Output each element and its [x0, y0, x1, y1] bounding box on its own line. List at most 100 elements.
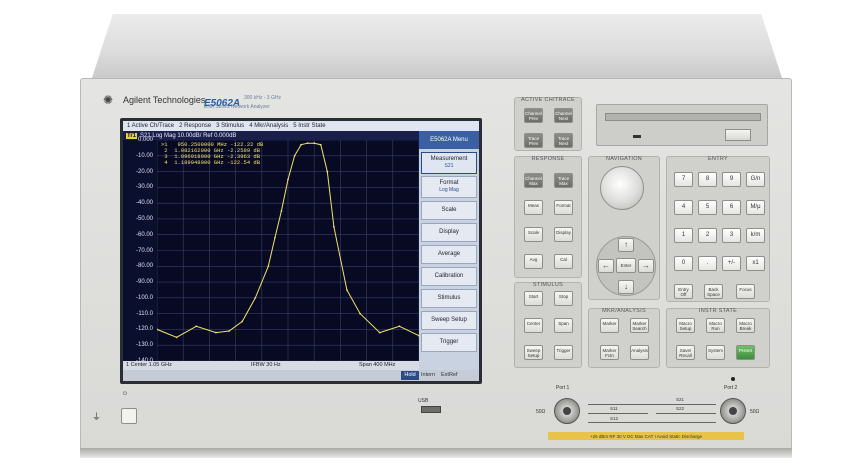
- model-desc: ENA Series Network Analyzer: [204, 104, 270, 110]
- trace-next-key[interactable]: Trace Next: [554, 133, 573, 148]
- entry-key[interactable]: 8: [698, 172, 717, 187]
- y-tick-label: -10.00: [135, 152, 153, 159]
- entry-key[interactable]: x1: [746, 256, 765, 271]
- softkey-stimulus[interactable]: Stimulus: [421, 289, 477, 308]
- arrow-down-icon[interactable]: ↓: [618, 280, 634, 294]
- system-key[interactable]: System: [706, 345, 725, 360]
- rotary-knob[interactable]: [600, 166, 644, 210]
- y-tick-label: -120.0: [135, 326, 153, 333]
- arrow-right-icon[interactable]: →: [638, 259, 654, 273]
- trace-point: [254, 296, 257, 299]
- entry-key[interactable]: 1: [674, 228, 693, 243]
- marker-search-key[interactable]: Marker Search: [630, 318, 649, 333]
- s22-path: [656, 413, 716, 414]
- entry-key[interactable]: 6: [722, 200, 741, 215]
- channel-next-key[interactable]: Channel Next: [554, 108, 573, 123]
- arrow-up-icon[interactable]: ↑: [618, 238, 634, 252]
- floppy-led: [633, 135, 641, 138]
- macro-break-key[interactable]: Macro Break: [736, 318, 755, 333]
- s22-label: S22: [676, 406, 685, 411]
- scale-key[interactable]: Scale: [524, 227, 543, 242]
- entry-off-key[interactable]: Entry Off: [674, 284, 693, 299]
- trace-prev-key[interactable]: Trace Prev: [524, 133, 543, 148]
- marker-readout: 4 1.189948000 GHz -122.54 dB: [161, 159, 261, 166]
- softkey-measurement[interactable]: Measurement S21: [421, 152, 477, 174]
- tab-response[interactable]: 2 Response: [179, 123, 211, 129]
- marker-readouts: >1 950.2500000 MHz -122.22 dB 2 1.082162…: [161, 142, 263, 166]
- trace-point: [326, 170, 329, 173]
- entry-key[interactable]: 4: [674, 200, 693, 215]
- entry-key[interactable]: 3: [722, 228, 741, 243]
- span-key[interactable]: Span: [554, 318, 573, 333]
- trace-point: [306, 142, 309, 145]
- softkey-format[interactable]: Format Log Mag: [421, 176, 477, 198]
- entry-key[interactable]: G/n: [746, 172, 765, 187]
- entry-key[interactable]: .: [698, 256, 717, 271]
- port2-connector[interactable]: [720, 398, 746, 424]
- mkr-analysis-group: MKR/ANALYSIS: [588, 308, 660, 368]
- focus-key[interactable]: Focus: [736, 284, 755, 299]
- y-tick-label: -110.0: [136, 310, 153, 317]
- back-space-key[interactable]: Back Space: [704, 284, 723, 299]
- analysis-key[interactable]: Analysis: [630, 345, 649, 360]
- y-tick-label: -70.00: [135, 247, 153, 254]
- s21-label: S21: [676, 397, 685, 402]
- power-button[interactable]: [121, 408, 137, 424]
- hold-indicator: Hold: [401, 371, 419, 380]
- marker-fctn-key[interactable]: Marker Fctn: [600, 345, 619, 360]
- display-key[interactable]: Display: [554, 227, 573, 242]
- softkey-display[interactable]: Display: [421, 223, 477, 242]
- trace-max-key[interactable]: Trace Max: [554, 173, 573, 188]
- usb-port[interactable]: [421, 406, 441, 413]
- trace-point: [359, 312, 361, 315]
- softkey-calibration[interactable]: Calibration: [421, 267, 477, 286]
- y-tick-label: -100.0: [135, 294, 153, 301]
- preset-key[interactable]: Preset: [736, 345, 755, 360]
- entry-key[interactable]: 2: [698, 228, 717, 243]
- macro-setup-key[interactable]: Macro Setup: [676, 318, 695, 333]
- entry-key[interactable]: 7: [674, 172, 693, 187]
- s11-path: [588, 413, 648, 414]
- channel-prev-key[interactable]: Channel Prev: [524, 108, 543, 123]
- warning-strip: +26 dBm RF 30 V DC Max CAT I Avoid Stati…: [548, 432, 744, 440]
- arrow-left-icon[interactable]: ←: [598, 259, 614, 273]
- entry-key[interactable]: 0: [674, 256, 693, 271]
- marker-key[interactable]: Marker: [600, 318, 619, 333]
- macro-run-key[interactable]: Macro Run: [706, 318, 725, 333]
- entry-key[interactable]: +/-: [722, 256, 741, 271]
- trace-point: [398, 325, 401, 328]
- enter-button[interactable]: Enter: [616, 258, 636, 273]
- meas-key[interactable]: Meas: [524, 200, 543, 215]
- s12-label: S12: [610, 416, 619, 421]
- y-tick-label: -80.00: [135, 263, 153, 270]
- channel-max-key[interactable]: Channel Max: [524, 173, 543, 188]
- port1-rating: 50Ω: [536, 409, 546, 415]
- power-switch-icon: ⏻: [123, 391, 127, 397]
- sweep-setup-key[interactable]: Sweep Setup: [524, 345, 543, 360]
- format-key[interactable]: Format: [554, 200, 573, 215]
- cal-key[interactable]: Cal: [554, 254, 573, 269]
- softkey-scale[interactable]: Scale: [421, 201, 477, 220]
- stop-key[interactable]: Stop: [554, 291, 573, 306]
- tab-mkr-analysis[interactable]: 4 Mkr/Analysis: [249, 123, 288, 129]
- span: Span 400 MHz: [359, 362, 396, 368]
- save-recall-key[interactable]: Save/ Recall: [676, 345, 695, 360]
- center-key[interactable]: Center: [524, 318, 543, 333]
- softkey-trigger[interactable]: Trigger: [421, 333, 477, 352]
- y-tick-label: -60.00: [135, 231, 153, 238]
- avg-key[interactable]: Avg: [524, 254, 543, 269]
- port1-connector[interactable]: [554, 398, 580, 424]
- tab-stimulus[interactable]: 3 Stimulus: [216, 123, 244, 129]
- entry-key[interactable]: 5: [698, 200, 717, 215]
- entry-key[interactable]: M/μ: [746, 200, 765, 215]
- trace-titlebar: Tr1 S21 Log Mag 10.00dB/ Ref 0.000dB: [123, 131, 419, 140]
- floppy-eject-button[interactable]: [725, 129, 751, 141]
- tab-active-ch-trace[interactable]: 1 Active Ch/Trace: [127, 123, 174, 129]
- softkey-average[interactable]: Average: [421, 245, 477, 264]
- entry-key[interactable]: k/m: [746, 228, 765, 243]
- trigger-key[interactable]: Trigger: [554, 345, 573, 360]
- start-key[interactable]: Start: [524, 291, 543, 306]
- softkey-sweep-setup[interactable]: Sweep Setup: [421, 311, 477, 330]
- entry-key[interactable]: 9: [722, 172, 741, 187]
- tab-instr-state[interactable]: 5 Instr State: [293, 123, 325, 129]
